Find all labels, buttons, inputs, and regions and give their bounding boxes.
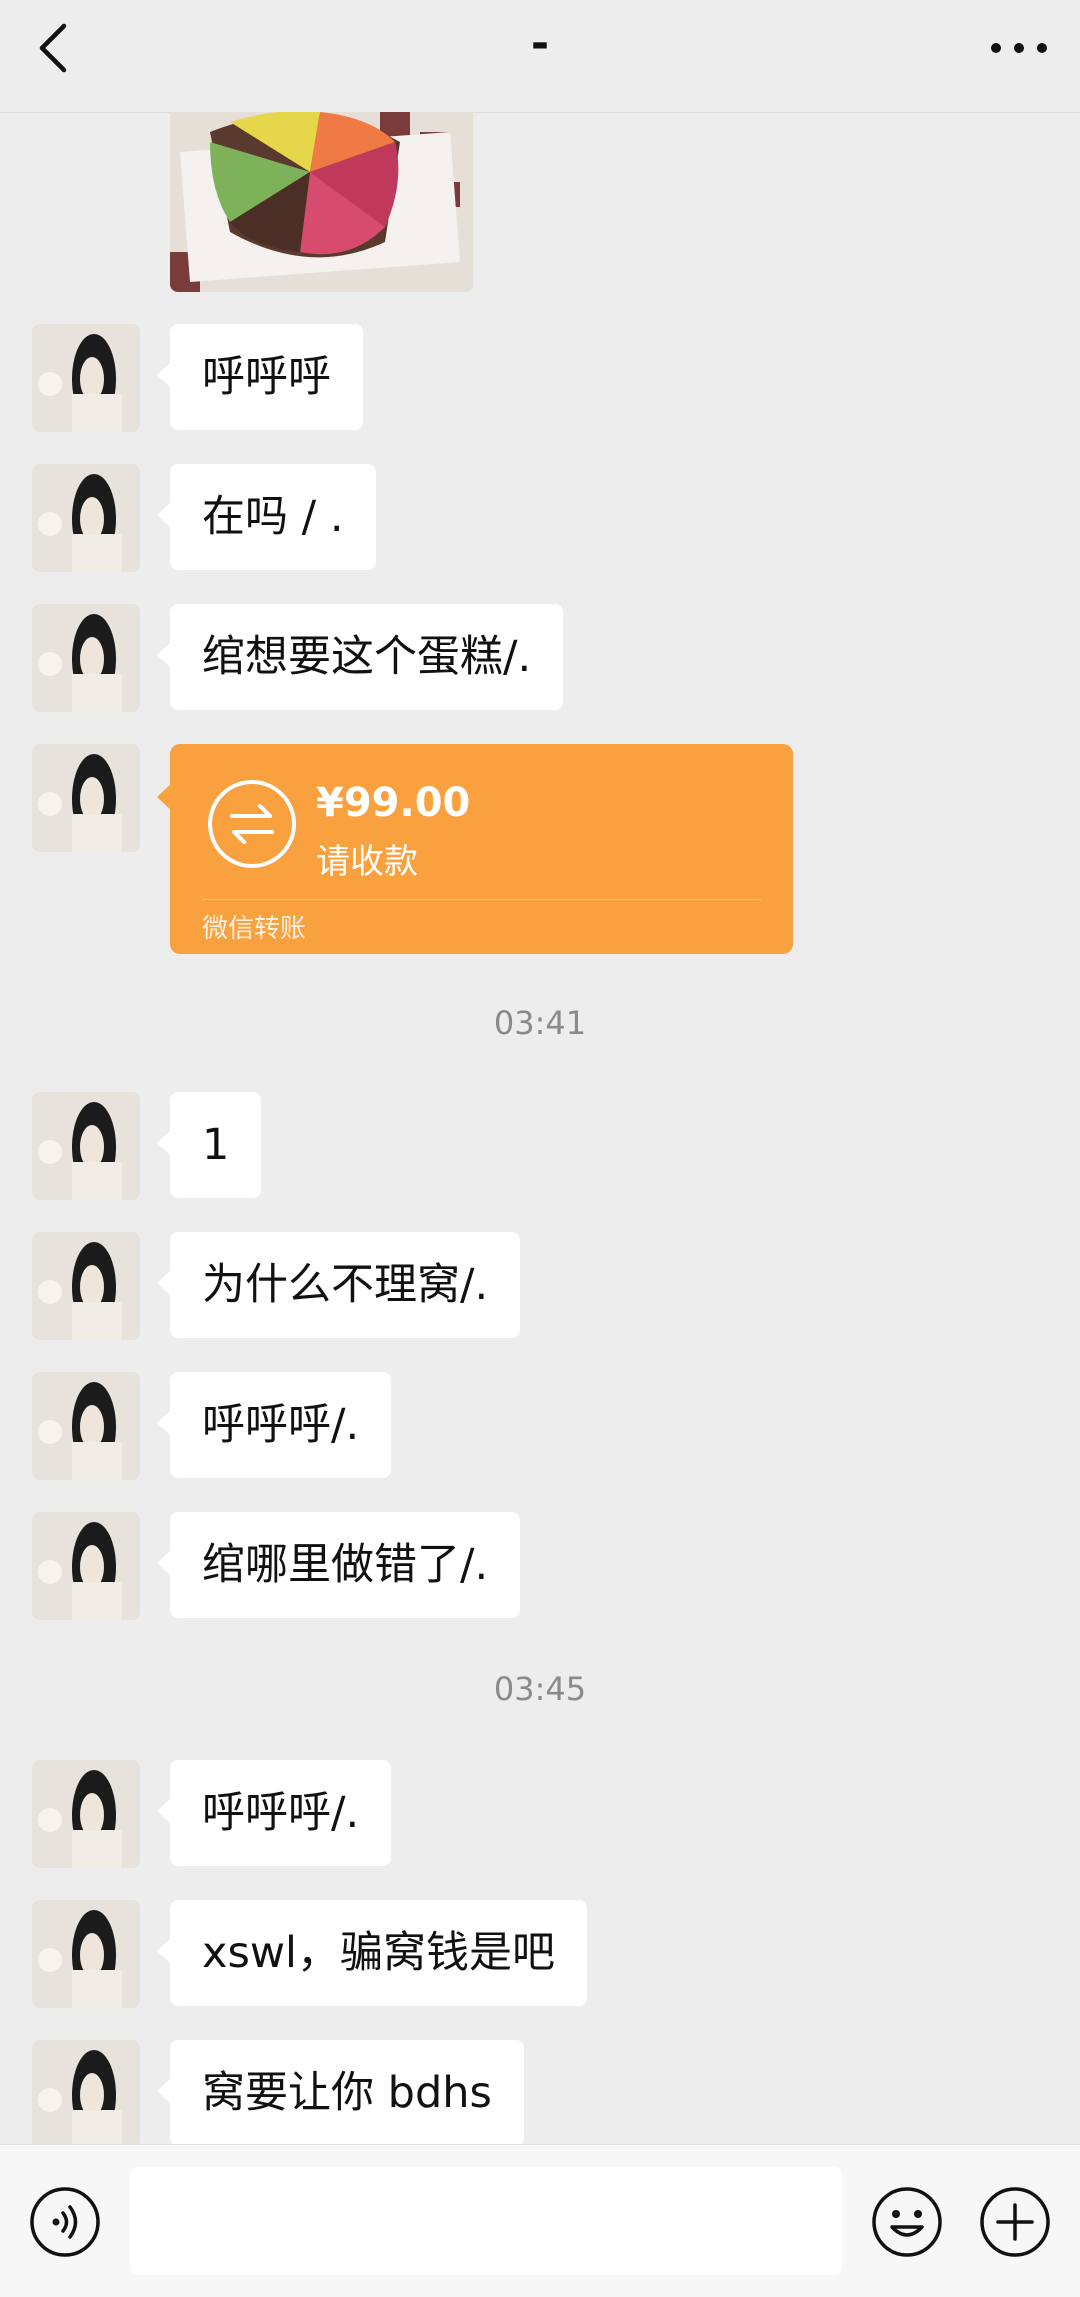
message-bubble[interactable]: 在吗 / . xyxy=(157,464,376,570)
chat-title: - xyxy=(530,18,550,69)
message-bubble[interactable]: 窝要让你 bdhs xyxy=(157,2040,524,2144)
avatar[interactable] xyxy=(32,1092,140,1200)
plus-icon[interactable] xyxy=(978,2185,1052,2259)
transfer-amount: ¥99.00 xyxy=(316,780,471,826)
message-bubble[interactable]: 为什么不理窝/. xyxy=(156,1232,521,1338)
avatar[interactable] xyxy=(32,744,140,852)
avatar[interactable] xyxy=(32,1760,140,1868)
emoji-icon[interactable] xyxy=(870,2185,944,2259)
avatar[interactable] xyxy=(32,1512,140,1620)
message-bubble[interactable]: 绾想要这个蛋糕/. xyxy=(156,604,564,710)
message-bubble[interactable]: 1 xyxy=(156,1092,262,1198)
transfer-footer-label: 微信转账 xyxy=(202,914,307,944)
cake-photo[interactable] xyxy=(170,112,473,292)
avatar[interactable] xyxy=(32,324,140,432)
nav-bar: - xyxy=(0,0,1080,113)
avatar[interactable] xyxy=(32,1900,140,2008)
message-bubble[interactable]: 呼呼呼 xyxy=(157,324,363,430)
avatar[interactable] xyxy=(32,1232,140,1340)
transfer-card[interactable]: ¥99.00 请收款 微信转账 xyxy=(157,744,793,954)
avatar[interactable] xyxy=(32,464,140,572)
transfer-icon xyxy=(208,780,296,868)
more-dots-icon[interactable] xyxy=(984,24,1054,72)
message-bubble[interactable]: xswl，骗窝钱是吧 xyxy=(157,1900,587,2006)
message-input[interactable] xyxy=(130,2167,842,2275)
avatar[interactable] xyxy=(32,604,140,712)
voice-icon[interactable] xyxy=(28,2185,102,2259)
message-bubble[interactable]: 绾哪里做错了/. xyxy=(156,1512,521,1618)
timestamp: 03:45 xyxy=(493,1670,587,1708)
divider xyxy=(202,899,761,900)
transfer-status: 请收款 xyxy=(316,842,418,882)
avatar[interactable] xyxy=(32,1372,140,1480)
timestamp: 03:41 xyxy=(493,1004,587,1042)
message-bubble[interactable]: 呼呼呼/. xyxy=(156,1760,392,1866)
chat-area[interactable]: 呼呼呼 在吗 / . 绾想要这个蛋糕/. ¥99.00 请收款 微信转账 03:… xyxy=(0,112,1080,2144)
message-bubble[interactable]: 呼呼呼/. xyxy=(156,1372,392,1478)
avatar[interactable] xyxy=(32,2040,140,2144)
input-bar xyxy=(0,2144,1080,2297)
